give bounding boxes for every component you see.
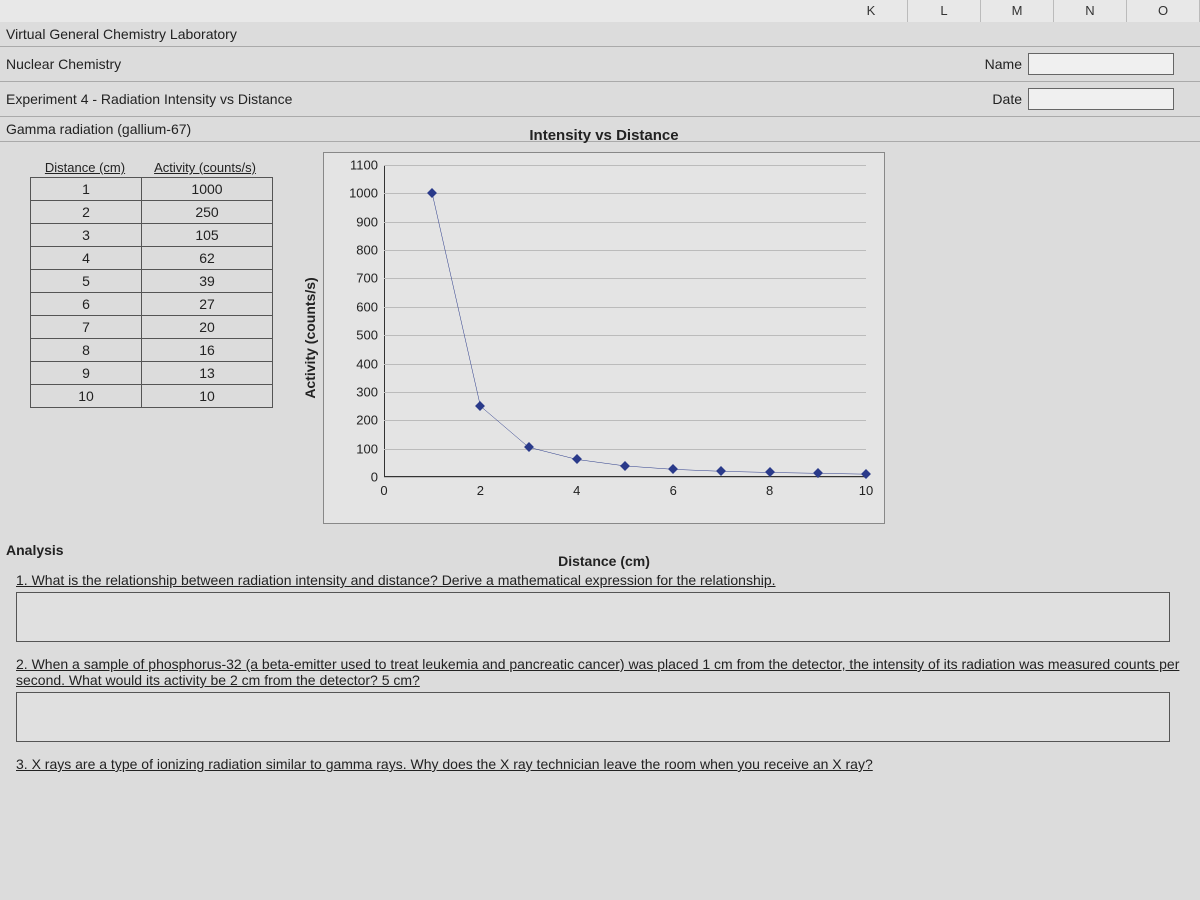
answer-box-2[interactable] [16, 692, 1170, 742]
cell-activity: 13 [142, 362, 273, 385]
chart-ylabel: Activity (counts/s) [302, 277, 318, 398]
cell-activity: 39 [142, 270, 273, 293]
data-table: 11000225031054625396277208169131010 [30, 177, 273, 408]
name-field-group: Name [985, 53, 1174, 75]
ytick-label: 800 [356, 243, 378, 258]
cell-activity: 16 [142, 339, 273, 362]
analysis-section: Analysis 1. What is the relationship bet… [0, 534, 1200, 772]
chart-line [384, 165, 866, 477]
data-table-wrap: Distance (cm) Activity (counts/s) 110002… [30, 158, 273, 524]
date-field-group: Date [992, 88, 1174, 110]
spreadsheet-column-headers: K L M N O [0, 0, 1200, 22]
table-row: 816 [31, 339, 273, 362]
chart-xlabel: Distance (cm) [324, 553, 884, 569]
cell-distance: 9 [31, 362, 142, 385]
main-area: Distance (cm) Activity (counts/s) 110002… [0, 142, 1200, 534]
table-row: 1010 [31, 385, 273, 408]
col-L[interactable]: L [908, 0, 981, 22]
cell-distance: 5 [31, 270, 142, 293]
cell-distance: 10 [31, 385, 142, 408]
cell-distance: 2 [31, 201, 142, 224]
chart-title: Intensity vs Distance [324, 127, 884, 144]
col-K[interactable]: K [835, 0, 908, 22]
cell-activity: 250 [142, 201, 273, 224]
cell-activity: 10 [142, 385, 273, 408]
lab-title: Virtual General Chemistry Laboratory [0, 22, 1200, 47]
cell-activity: 105 [142, 224, 273, 247]
section-row: Nuclear Chemistry Name [0, 47, 1200, 82]
table-header-distance: Distance (cm) [30, 158, 140, 177]
ytick-label: 300 [356, 384, 378, 399]
gridline-h [384, 477, 866, 478]
answer-box-1[interactable] [16, 592, 1170, 642]
ytick-label: 200 [356, 413, 378, 428]
xtick-label: 2 [477, 483, 484, 498]
question-3-text: 3. X rays are a type of ionizing radiati… [16, 756, 873, 772]
ytick-label: 400 [356, 356, 378, 371]
cell-activity: 27 [142, 293, 273, 316]
table-row: 627 [31, 293, 273, 316]
cell-distance: 6 [31, 293, 142, 316]
experiment-title: Experiment 4 - Radiation Intensity vs Di… [6, 91, 292, 107]
table-row: 11000 [31, 178, 273, 201]
col-N[interactable]: N [1054, 0, 1127, 22]
table-row: 462 [31, 247, 273, 270]
section-title: Nuclear Chemistry [6, 56, 121, 72]
chart: Intensity vs Distance Activity (counts/s… [323, 152, 885, 524]
xtick-label: 4 [573, 483, 580, 498]
cell-distance: 7 [31, 316, 142, 339]
cell-activity: 1000 [142, 178, 273, 201]
ytick-label: 0 [371, 470, 378, 485]
ytick-label: 1100 [350, 158, 378, 173]
ytick-label: 700 [356, 271, 378, 286]
ytick-label: 500 [356, 328, 378, 343]
table-row: 720 [31, 316, 273, 339]
chart-plot-area: 0100200300400500600700800900100011000246… [384, 165, 866, 477]
ytick-label: 1000 [349, 186, 378, 201]
table-row: 913 [31, 362, 273, 385]
xtick-label: 0 [380, 483, 387, 498]
cell-distance: 8 [31, 339, 142, 362]
table-headers: Distance (cm) Activity (counts/s) [30, 158, 273, 177]
question-2-text: 2. When a sample of phosphorus-32 (a bet… [16, 656, 1179, 688]
xtick-label: 6 [670, 483, 677, 498]
col-M[interactable]: M [981, 0, 1054, 22]
question-1: 1. What is the relationship between radi… [16, 572, 1194, 588]
question-2: 2. When a sample of phosphorus-32 (a bet… [16, 656, 1194, 688]
xtick-label: 8 [766, 483, 773, 498]
table-row: 3105 [31, 224, 273, 247]
ytick-label: 900 [356, 214, 378, 229]
table-header-activity: Activity (counts/s) [140, 158, 270, 177]
cell-distance: 3 [31, 224, 142, 247]
col-O[interactable]: O [1127, 0, 1200, 22]
col-spacer [0, 0, 835, 22]
cell-activity: 20 [142, 316, 273, 339]
table-row: 2250 [31, 201, 273, 224]
experiment-row: Experiment 4 - Radiation Intensity vs Di… [0, 82, 1200, 117]
cell-distance: 1 [31, 178, 142, 201]
name-input[interactable] [1028, 53, 1174, 75]
question-1-text: 1. What is the relationship between radi… [16, 572, 776, 588]
cell-activity: 62 [142, 247, 273, 270]
cell-distance: 4 [31, 247, 142, 270]
xtick-label: 10 [859, 483, 873, 498]
date-input[interactable] [1028, 88, 1174, 110]
name-label: Name [985, 56, 1022, 72]
worksheet-body: Virtual General Chemistry Laboratory Nuc… [0, 22, 1200, 900]
ytick-label: 100 [356, 441, 378, 456]
question-3: 3. X rays are a type of ionizing radiati… [16, 756, 1194, 772]
date-label: Date [992, 91, 1022, 107]
ytick-label: 600 [356, 299, 378, 314]
table-row: 539 [31, 270, 273, 293]
